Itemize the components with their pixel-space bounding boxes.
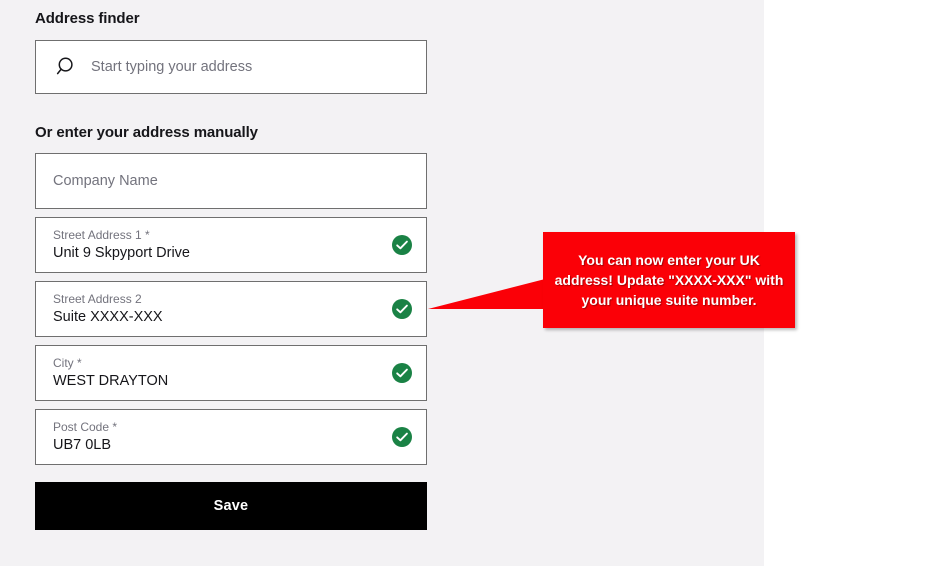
field-street-address-2[interactable]: Street Address 2 Suite XXXX-XXX: [35, 281, 427, 337]
field-street-address-1[interactable]: Street Address 1 * Unit 9 Skpyport Drive: [35, 217, 427, 273]
check-circle-icon: [392, 235, 412, 255]
field-city-label: City *: [53, 356, 82, 370]
field-post-code-label: Post Code *: [53, 420, 118, 434]
check-circle-icon: [392, 299, 412, 319]
field-street-address-1-inner: Street Address 1 * Unit 9 Skpyport Drive: [36, 218, 426, 272]
field-post-code-value: UB7 0LB: [53, 437, 112, 453]
field-street-address-2-label: Street Address 2: [53, 292, 142, 306]
field-street-address-2-inner: Street Address 2 Suite XXXX-XXX: [36, 282, 426, 336]
field-street-address-1-label: Street Address 1 *: [53, 228, 150, 242]
callout-box: You can now enter your UK address! Updat…: [543, 232, 795, 328]
manual-entry-heading: Or enter your address manually: [35, 124, 258, 141]
field-city-inner: City * WEST DRAYTON: [36, 346, 426, 400]
field-street-address-1-value: Unit 9 Skpyport Drive: [53, 245, 190, 261]
check-circle-icon: [392, 427, 412, 447]
callout-text: You can now enter your UK address! Updat…: [554, 252, 784, 308]
field-company-name-inner: Company Name: [36, 154, 426, 208]
check-circle-icon: [392, 363, 412, 383]
field-company-name-placeholder: Company Name: [53, 173, 158, 189]
address-finder-heading: Address finder: [35, 10, 140, 27]
field-city-value: WEST DRAYTON: [53, 373, 169, 389]
address-search-box[interactable]: [35, 40, 427, 94]
field-post-code[interactable]: Post Code * UB7 0LB: [35, 409, 427, 465]
field-company-name[interactable]: Company Name: [35, 153, 427, 209]
field-city[interactable]: City * WEST DRAYTON: [35, 345, 427, 401]
save-button[interactable]: Save: [35, 482, 427, 530]
field-street-address-2-value: Suite XXXX-XXX: [53, 309, 163, 325]
field-post-code-inner: Post Code * UB7 0LB: [36, 410, 426, 464]
callout-arrow: [428, 278, 549, 309]
search-icon: [56, 57, 73, 75]
address-search-input[interactable]: [91, 41, 426, 93]
